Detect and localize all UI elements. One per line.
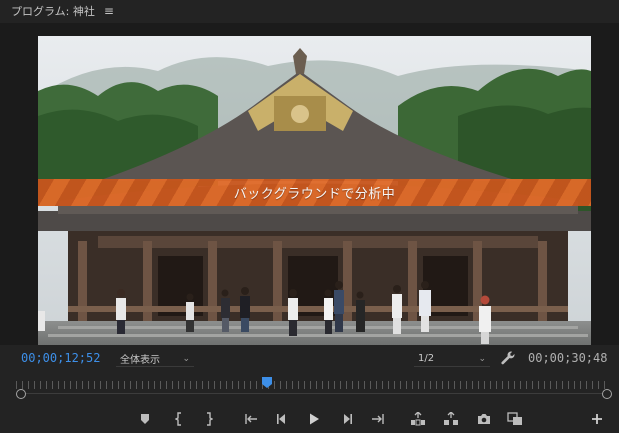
mark-out-icon [207, 412, 213, 426]
export-frame-button[interactable] [476, 411, 492, 427]
add-marker-button[interactable] [137, 411, 153, 427]
playback-resolution-value: 1/2 [418, 353, 435, 364]
viewer-controls-row: 00;00;12;52 全体表示 ⌄ 1/2 ⌄ 00;00;30;48 [0, 348, 619, 370]
play-icon [310, 413, 319, 425]
zoom-scrollbar-track[interactable] [20, 393, 608, 394]
chevron-down-icon: ⌄ [478, 353, 486, 364]
video-frame: バックグラウンドで分析中 [38, 36, 591, 345]
button-editor-icon [592, 414, 602, 424]
go-to-out-button[interactable] [370, 411, 386, 427]
step-forward-icon [344, 414, 352, 424]
mark-in-icon [175, 412, 181, 426]
mark-out-button[interactable] [201, 411, 217, 427]
analysis-banner-text: バックグラウンドで分析中 [233, 187, 396, 202]
lift-icon [411, 412, 425, 426]
playback-resolution-select[interactable]: 1/2 ⌄ [414, 351, 490, 367]
zoom-scrollbar-left-handle[interactable] [16, 389, 26, 399]
current-timecode[interactable]: 00;00;12;52 [21, 351, 100, 365]
step-forward-button[interactable] [339, 411, 355, 427]
go-to-in-button[interactable] [243, 411, 259, 427]
hamburger-menu-icon[interactable]: ≡ [104, 4, 114, 18]
step-back-icon [277, 414, 285, 424]
lift-button[interactable] [410, 411, 426, 427]
zoom-level-select[interactable]: 全体表示 ⌄ [116, 351, 194, 367]
program-monitor-viewer[interactable]: バックグラウンドで分析中 [0, 23, 619, 345]
panel-header: プログラム: 神社 ≡ [0, 0, 619, 22]
mark-in-button[interactable] [171, 411, 187, 427]
panel-title[interactable]: プログラム: 神社 [11, 3, 95, 19]
transport-controls [0, 408, 619, 430]
comparison-view-button[interactable] [507, 411, 523, 427]
extract-icon [444, 412, 458, 425]
playhead-icon[interactable] [261, 377, 272, 388]
go-to-out-icon [372, 414, 384, 424]
wrench-icon[interactable] [500, 350, 516, 366]
zoom-scrollbar-right-handle[interactable] [602, 389, 612, 399]
comparison-view-icon [507, 412, 522, 425]
step-back-button[interactable] [274, 411, 290, 427]
analysis-banner: バックグラウンドで分析中 [38, 179, 591, 206]
export-frame-icon [478, 414, 490, 424]
play-button[interactable] [306, 411, 322, 427]
time-ruler-ticks [16, 381, 606, 389]
time-ruler[interactable] [0, 372, 619, 406]
add-marker-icon [141, 414, 149, 424]
go-to-in-icon [245, 414, 257, 424]
duration-timecode: 00;00;30;48 [528, 351, 608, 365]
button-editor-button[interactable] [589, 411, 605, 427]
chevron-down-icon: ⌄ [182, 353, 190, 364]
zoom-level-value: 全体表示 [120, 355, 160, 366]
extract-button[interactable] [443, 411, 459, 427]
